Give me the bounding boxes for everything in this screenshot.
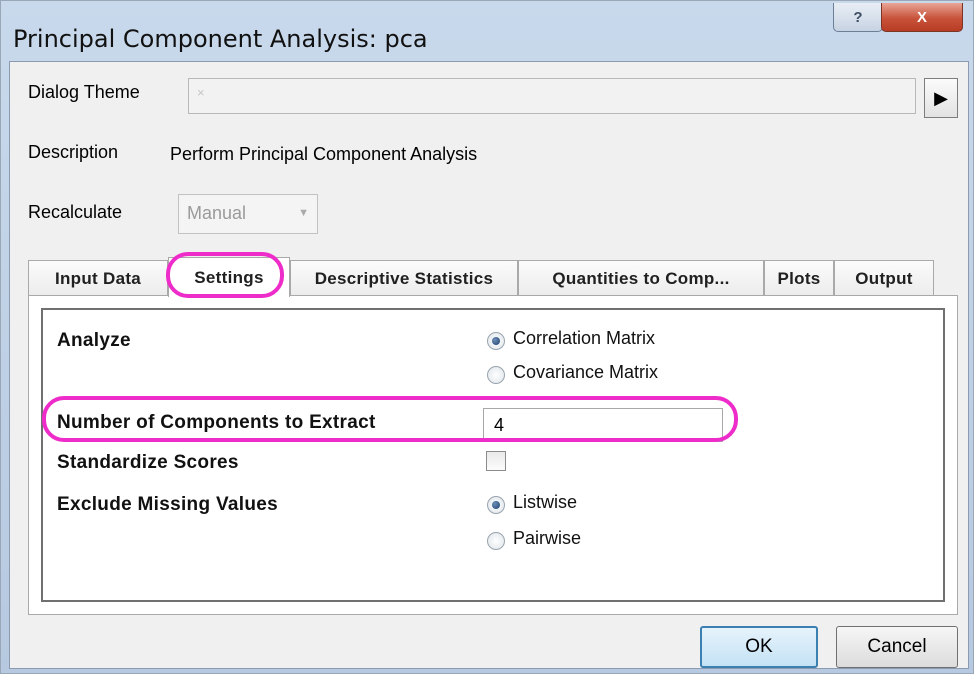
- ok-button[interactable]: OK: [700, 626, 818, 668]
- tab-input-data[interactable]: Input Data: [28, 260, 168, 296]
- window-title: Principal Component Analysis: pca: [13, 25, 428, 53]
- recalculate-label: Recalculate: [28, 202, 123, 222]
- recalculate-value: Manual: [187, 203, 247, 223]
- tab-label: Output: [855, 268, 913, 288]
- covariance-matrix-radio[interactable]: [487, 366, 505, 384]
- dialog-theme-menu-button[interactable]: ▶: [924, 78, 958, 118]
- standardize-scores-checkbox[interactable]: [486, 451, 506, 471]
- settings-group: Analyze Correlation Matrix Covariance Ma…: [41, 308, 945, 602]
- dialog-theme-field[interactable]: ×: [188, 78, 916, 114]
- tab-label: Descriptive Statistics: [314, 268, 494, 288]
- correlation-matrix-radio[interactable]: [487, 332, 505, 350]
- description-value: Perform Principal Component Analysis: [170, 144, 478, 164]
- tab-label: Plots: [777, 268, 821, 288]
- settings-panel: Analyze Correlation Matrix Covariance Ma…: [28, 295, 958, 615]
- covariance-matrix-label: Covariance Matrix: [513, 362, 659, 382]
- listwise-label: Listwise: [513, 492, 578, 512]
- tab-plots[interactable]: Plots: [764, 260, 834, 296]
- listwise-radio[interactable]: [487, 496, 505, 514]
- tab-label: Settings: [194, 267, 264, 287]
- dialog-theme-value: ×: [197, 85, 205, 100]
- tab-output[interactable]: Output: [834, 260, 934, 296]
- description-label: Description: [28, 142, 119, 162]
- analyze-label: Analyze: [57, 330, 131, 351]
- tab-descriptive-statistics[interactable]: Descriptive Statistics: [290, 260, 518, 296]
- exclude-missing-label: Exclude Missing Values: [57, 494, 278, 515]
- standardize-scores-label: Standardize Scores: [57, 452, 239, 473]
- play-arrow-icon: ▶: [934, 87, 948, 108]
- num-components-label: Number of Components to Extract: [57, 412, 376, 433]
- tab-label: Input Data: [54, 268, 142, 288]
- help-icon: ?: [853, 8, 863, 26]
- num-components-input[interactable]: [483, 408, 723, 442]
- pairwise-radio[interactable]: [487, 532, 505, 550]
- correlation-matrix-label: Correlation Matrix: [513, 328, 656, 348]
- close-icon: X: [916, 8, 927, 26]
- tab-strip: Input Data Settings Descriptive Statisti…: [28, 257, 958, 297]
- recalculate-select[interactable]: Manual ▼: [178, 194, 318, 234]
- tab-label: Quantities to Comp...: [552, 268, 730, 288]
- cancel-button[interactable]: Cancel: [836, 626, 958, 668]
- pairwise-label: Pairwise: [513, 528, 582, 548]
- close-button[interactable]: X: [881, 3, 963, 32]
- help-button[interactable]: ?: [833, 3, 883, 32]
- tab-settings[interactable]: Settings: [168, 257, 290, 297]
- dialog-window: Principal Component Analysis: pca ? X Di…: [0, 0, 974, 674]
- dialog-theme-label: Dialog Theme: [28, 82, 140, 102]
- tab-quantities-to-compute[interactable]: Quantities to Comp...: [518, 260, 764, 296]
- dialog-body: Dialog Theme × ▶ Description Perform Pri…: [9, 61, 969, 669]
- chevron-down-icon: ▼: [298, 207, 309, 219]
